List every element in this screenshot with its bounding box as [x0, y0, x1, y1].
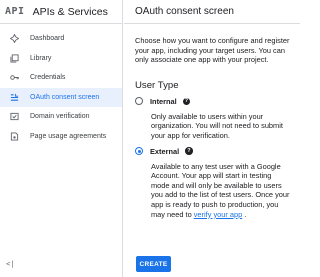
verify-app-link[interactable]: verify your app [194, 210, 242, 219]
sidebar-item-domain-verification[interactable]: Domain verification [0, 107, 122, 127]
page-title: OAuth consent screen [124, 0, 300, 24]
sidebar-item-label: Library [30, 54, 52, 62]
external-description: Available to any test user with a Google… [135, 162, 290, 220]
settings-page-icon [9, 131, 19, 141]
sidebar-item-page-usage-agreements[interactable]: Page usage agreements [0, 127, 122, 147]
consent-form: Choose how you want to configure and reg… [124, 24, 300, 219]
external-option[interactable]: External ? [135, 147, 290, 156]
internal-description: Only available to users within your orga… [151, 111, 283, 140]
sidebar-item-dashboard[interactable]: Dashboard [0, 29, 122, 49]
sidebar-item-label: OAuth consent screen [30, 93, 100, 101]
consent-list-icon [9, 92, 19, 102]
dashboard-icon [9, 34, 19, 44]
sidebar-nav: Dashboard Library Credentials OAuth cons… [0, 29, 122, 146]
key-icon [9, 73, 19, 83]
sidebar-item-oauth-consent-screen[interactable]: OAuth consent screen [0, 87, 122, 107]
user-type-heading: User Type [135, 79, 179, 91]
create-button[interactable]: CREATE [136, 256, 171, 272]
internal-radio[interactable] [135, 97, 143, 106]
intro-text: Choose how you want to configure and reg… [135, 36, 290, 65]
sidebar-item-label: Credentials [30, 74, 66, 82]
external-label: External [150, 146, 180, 156]
external-radio[interactable] [135, 147, 143, 156]
sidebar-header: API APIs & Services [0, 0, 122, 24]
sidebar-item-credentials[interactable]: Credentials [0, 68, 122, 88]
library-icon [9, 53, 19, 63]
sidebar-item-library[interactable]: Library [0, 49, 122, 69]
help-icon[interactable]: ? [185, 147, 193, 155]
sidebar-item-label: Dashboard [30, 35, 65, 43]
collapse-sidebar-button[interactable]: <| [6, 260, 14, 268]
external-description-end: . [242, 209, 247, 219]
sidebar: API APIs & Services Dashboard Library Cr… [0, 0, 123, 277]
internal-option[interactable]: Internal ? [135, 97, 290, 106]
domain-check-icon [9, 112, 19, 122]
api-logo[interactable]: API [5, 6, 25, 17]
sidebar-item-label: Page usage agreements [30, 132, 107, 140]
sidebar-title: APIs & Services [32, 5, 108, 18]
help-icon[interactable]: ? [182, 97, 191, 106]
main-panel: OAuth consent screen Choose how you want… [124, 0, 300, 277]
sidebar-item-label: Domain verification [30, 113, 90, 121]
internal-label: Internal [150, 96, 177, 106]
